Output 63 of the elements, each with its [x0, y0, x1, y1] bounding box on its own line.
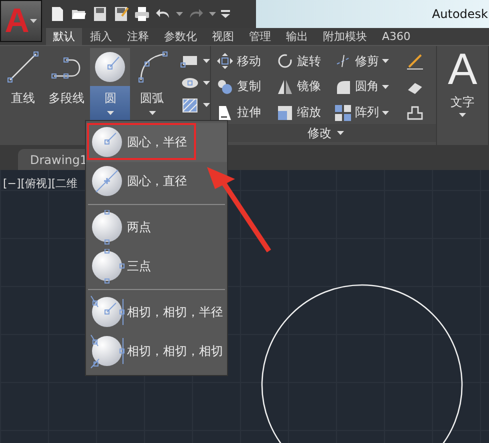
ribbon-tool-button[interactable]: 拉伸 [216, 101, 276, 124]
hatch-icon [180, 96, 200, 114]
offset-icon [406, 104, 424, 122]
array-icon [334, 104, 352, 122]
caret-icon [202, 103, 210, 107]
ribbon-tool-button[interactable]: 圆弧 [132, 48, 172, 120]
new-file-icon [50, 6, 66, 22]
ribbon-tool-button[interactable]: 缩放 [276, 101, 334, 124]
caret-icon [336, 131, 344, 135]
window-title: Autodesk [432, 7, 489, 21]
menu-item[interactable]: 相切，相切，相切 [86, 332, 227, 371]
caret-icon [148, 111, 156, 115]
ribbon-tab[interactable]: 参数化 [157, 28, 204, 45]
caret-icon [30, 19, 38, 23]
caret-icon [202, 59, 210, 63]
scale-icon [276, 104, 294, 122]
print-icon [134, 6, 150, 22]
caret-icon [176, 12, 183, 16]
rotate-icon [276, 52, 294, 70]
save-as-icon [113, 6, 129, 22]
menu-item[interactable]: 两点 [86, 208, 227, 247]
customize-icon [221, 9, 230, 19]
save-icon [92, 6, 108, 22]
line-icon [6, 50, 40, 84]
ribbon-tool-button[interactable]: 镜像 [276, 76, 334, 98]
ribbon-tab[interactable]: A360 [375, 28, 418, 45]
menu-item[interactable]: 三点 [86, 247, 227, 286]
ribbon-tab[interactable]: 注释 [120, 28, 156, 45]
ribbon-tool-button[interactable]: 旋转 [276, 50, 334, 73]
circle-icon [90, 164, 125, 199]
caret-icon [458, 113, 466, 117]
ribbon-tool-button[interactable]: 复制 [216, 76, 276, 98]
ribbon-tool-button[interactable]: 圆角 [334, 76, 406, 98]
move-icon [216, 52, 234, 70]
caret-icon [106, 111, 114, 115]
circle-icon [93, 50, 128, 84]
ribbon-tool-button[interactable]: A 文字 [448, 46, 478, 145]
caret-icon [209, 12, 216, 16]
ribbon-tab[interactable]: 管理 [242, 28, 278, 45]
menu-item[interactable]: 圆心，半径 [86, 123, 227, 162]
circle-icon [90, 249, 125, 284]
ribbon-tool-button[interactable]: 多段线 [44, 48, 88, 120]
ribbon-tool-button[interactable]: 修剪 [334, 50, 406, 73]
ribbon-tool-button[interactable]: 阵列 [334, 101, 406, 124]
ribbon-tab[interactable]: 插入 [83, 28, 119, 45]
ribbon-tab[interactable]: 视图 [205, 28, 241, 45]
ribbon-tool-button[interactable]: 直线 [3, 48, 43, 120]
menu-item[interactable]: 相切，相切，半径 [86, 293, 227, 332]
ribbon-tool-button[interactable]: 圆 [90, 48, 130, 120]
circle-icon [90, 125, 125, 160]
circle-icon [90, 334, 125, 369]
viewport-controls[interactable]: [−][俯视][二维 [3, 176, 78, 191]
mirror-icon [276, 78, 294, 96]
ribbon-tab[interactable]: 附加模块 [316, 28, 374, 45]
ribbon-tool-button[interactable]: 移动 [216, 50, 276, 73]
circle-icon [90, 210, 125, 245]
copy-icon [216, 78, 234, 96]
caret-icon [202, 81, 210, 85]
brush-icon [406, 52, 424, 70]
ribbon-tab[interactable]: 默认 [46, 28, 82, 45]
stretch-icon [216, 104, 234, 122]
ribbon-tab[interactable]: 输出 [279, 28, 315, 45]
circle-icon [90, 295, 125, 330]
